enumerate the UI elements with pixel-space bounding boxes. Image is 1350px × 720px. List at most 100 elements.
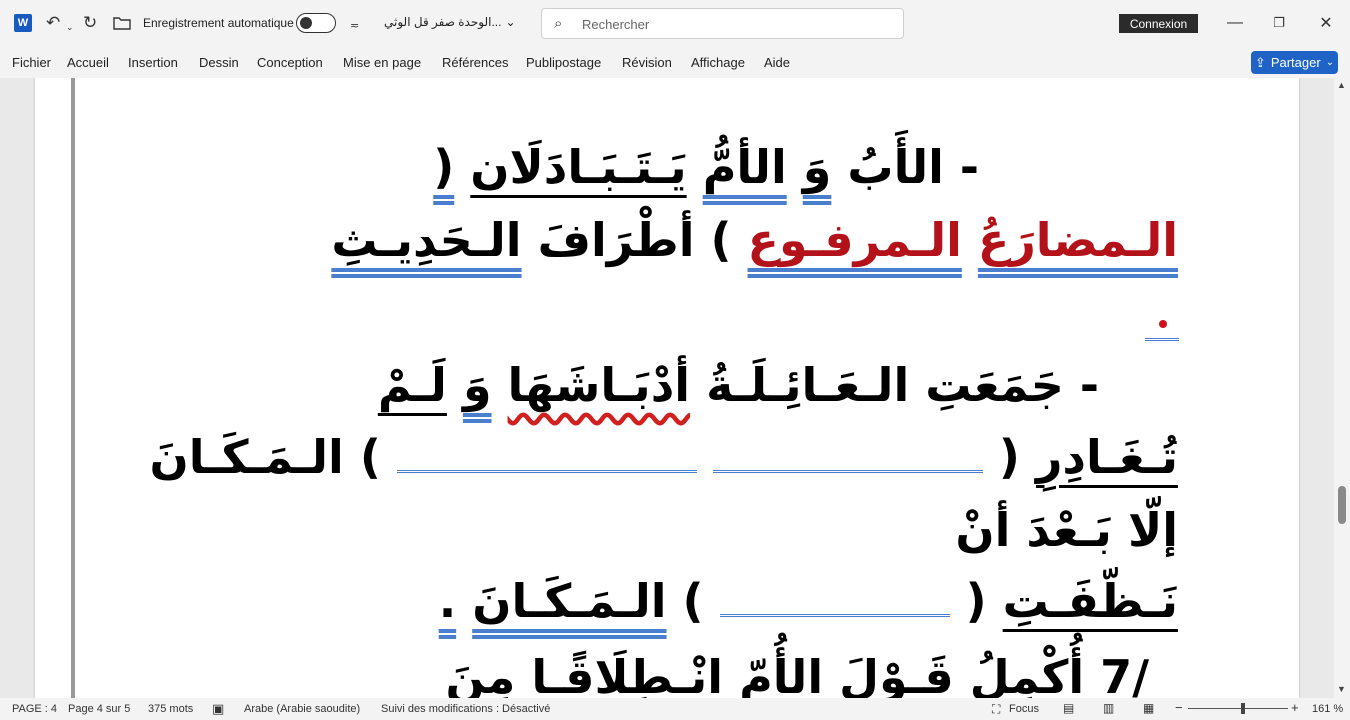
quick-access-customize-icon[interactable]: ≂ <box>350 15 359 35</box>
tab-conception[interactable]: Conception <box>257 55 323 70</box>
line4-paren-close: ) <box>359 430 381 484</box>
redo-icon[interactable]: ↻ <box>83 13 97 33</box>
line2-word-4: الـحَدِيـثِ <box>331 213 522 267</box>
doc-line-3: - جَمَعَتِ الـعَـائِـلَـةُ أدْبَـاشَهَا … <box>378 358 1099 412</box>
share-label: Partager <box>1270 55 1321 70</box>
line3-word-5: لَـمْ <box>377 358 447 412</box>
line4-word-2: الـمَـكَـانَ <box>149 430 344 484</box>
line3-dash: - <box>1079 358 1099 412</box>
tab-aide[interactable]: Aide <box>764 55 790 70</box>
vertical-scrollbar[interactable]: ▲ ▼ <box>1334 78 1350 698</box>
proofing-icon[interactable]: ▣ <box>212 701 224 717</box>
line3-word-4: وَ <box>462 358 492 412</box>
tab-publipostage[interactable]: Publipostage <box>526 55 601 70</box>
line6-paren-close: ) <box>682 574 704 628</box>
line1-word-2: وَ <box>802 140 832 194</box>
status-track-changes[interactable]: Suivi des modifications : Désactivé <box>381 703 550 715</box>
folder-icon[interactable] <box>113 13 131 33</box>
status-word-count[interactable]: 375 mots <box>148 703 193 715</box>
line1-word-3: الأمُّ <box>702 140 787 194</box>
line7-word-3: الأُمّ <box>739 650 824 698</box>
doc-line-2: الـمضارَعُ الـمرفـوع ) أطْرَافَ الـحَدِي… <box>331 213 1178 267</box>
line4-blank-2[interactable] <box>396 469 697 473</box>
line6-paren-open: ( <box>965 574 987 628</box>
search-box[interactable]: ⌕ <box>541 8 904 39</box>
tab-mise-en-page[interactable]: Mise en page <box>343 55 421 70</box>
line5-word-3: أنْ <box>955 503 1011 557</box>
web-layout-icon[interactable]: ▦ <box>1143 701 1154 715</box>
focus-icon[interactable]: ⛶ <box>992 702 1000 717</box>
scrollbar-thumb[interactable] <box>1338 486 1346 524</box>
zoom-in-icon[interactable]: + <box>1291 700 1299 715</box>
line1-word-1: الأَبُ <box>847 140 944 194</box>
line7-number: /7 <box>1100 650 1149 698</box>
search-icon: ⌕ <box>554 15 563 32</box>
line4-blank-1[interactable] <box>712 469 983 473</box>
line7-word-2: قَـوْلَ <box>839 650 954 698</box>
line4-word-1: تُـغَـادِرِ <box>1035 430 1178 484</box>
line1-dash: - <box>959 140 979 194</box>
line6-blank[interactable] <box>719 613 950 617</box>
status-focus[interactable]: Focus <box>1009 703 1039 715</box>
line1-paren: ( <box>433 140 455 194</box>
doc-line-5: إلّا بَـعْدَ أنْ <box>955 503 1178 557</box>
tab-affichage[interactable]: Affichage <box>691 55 745 70</box>
line2-word-2: الـمرفـوع <box>747 213 962 267</box>
zoom-slider-thumb[interactable] <box>1241 703 1245 714</box>
doc-line-6: نَـظّفَـتِ ( ) الـمَـكَـانَ . <box>439 574 1178 628</box>
tab-insertion[interactable]: Insertion <box>128 55 178 70</box>
ribbon-tabs: Fichier Accueil Insertion Dessin Concept… <box>0 46 1350 78</box>
autosave-label: Enregistrement automatique <box>143 16 294 30</box>
page-margin-bar <box>71 78 75 698</box>
word-logo-icon: W <box>14 14 32 32</box>
document-title-text: الوحدة صفر قل الوثي... <box>384 15 502 29</box>
status-zoom-level[interactable]: 161 % <box>1312 703 1343 715</box>
document-area: - الأَبُ وَ الأمُّ يَـتَـبَـادَلَان ( ال… <box>0 78 1334 698</box>
doc-line-4: تُـغَـادِرِ ( ) الـمَـكَـانَ <box>149 430 1178 484</box>
zoom-out-icon[interactable]: − <box>1175 700 1183 715</box>
line7-word-5: مِنَ <box>445 650 516 698</box>
status-page-of[interactable]: Page 4 sur 5 <box>68 703 130 715</box>
tab-dessin[interactable]: Dessin <box>199 55 239 70</box>
line3-word-2: الـعَـائِـلَـةُ <box>706 358 910 412</box>
undo-icon[interactable]: ↶ <box>46 13 60 33</box>
status-page[interactable]: PAGE : 4 <box>12 703 57 715</box>
line6-word-1: نَـظّفَـتِ <box>1002 574 1178 628</box>
line7-word-4: انْـطِلَاقًـا <box>531 650 724 698</box>
line7-word-1: أُكْمِلُ <box>969 650 1085 698</box>
tab-accueil[interactable]: Accueil <box>67 55 109 70</box>
tab-fichier[interactable]: Fichier <box>12 55 51 70</box>
tab-revision[interactable]: Révision <box>622 55 672 70</box>
line2-paren: ) <box>710 213 732 267</box>
autosave-toggle[interactable] <box>296 13 336 33</box>
share-button[interactable]: ⇪ Partager ⌄ <box>1251 51 1338 74</box>
chevron-down-icon: ⌄ <box>505 15 516 29</box>
line2-word-1: الـمضارَعُ <box>977 213 1178 267</box>
tab-references[interactable]: Références <box>442 55 508 70</box>
red-period-mark <box>1159 320 1167 328</box>
line3-word-1: جَمَعَتِ <box>925 358 1064 412</box>
search-input[interactable] <box>582 14 882 34</box>
line5-word-1: إلّا <box>1127 503 1178 557</box>
line6-period: . <box>438 574 457 628</box>
read-mode-icon[interactable]: ▤ <box>1063 701 1074 715</box>
period-underline <box>1145 337 1179 341</box>
scroll-down-arrow-icon[interactable]: ▼ <box>1337 684 1346 694</box>
line2-word-3: أطْرَافَ <box>537 213 695 267</box>
status-language[interactable]: Arabe (Arabie saoudite) <box>244 703 360 715</box>
line4-paren-open: ( <box>998 430 1020 484</box>
undo-dropdown-chevron-icon[interactable]: ⌄ <box>66 17 74 37</box>
connexion-button[interactable]: Connexion <box>1119 14 1198 33</box>
zoom-slider[interactable] <box>1188 708 1288 709</box>
minimize-icon[interactable]: — <box>1224 12 1246 34</box>
status-bar: PAGE : 4 Page 4 sur 5 375 mots ▣ Arabe (… <box>0 698 1350 720</box>
restore-icon[interactable]: ❐ <box>1268 12 1290 34</box>
title-bar: W ↶ ⌄ ↻ Enregistrement automatique ≂ الو… <box>0 0 1350 46</box>
document-title[interactable]: الوحدة صفر قل الوثي... ⌄ <box>384 15 516 29</box>
close-icon[interactable]: ✕ <box>1315 12 1337 34</box>
scroll-up-arrow-icon[interactable]: ▲ <box>1337 80 1346 90</box>
autosave-toggle-knob <box>300 17 312 29</box>
document-page[interactable]: - الأَبُ وَ الأمُّ يَـتَـبَـادَلَان ( ال… <box>35 78 1299 698</box>
print-layout-icon[interactable]: ▥ <box>1103 701 1114 715</box>
share-icon: ⇪ <box>1254 54 1266 70</box>
